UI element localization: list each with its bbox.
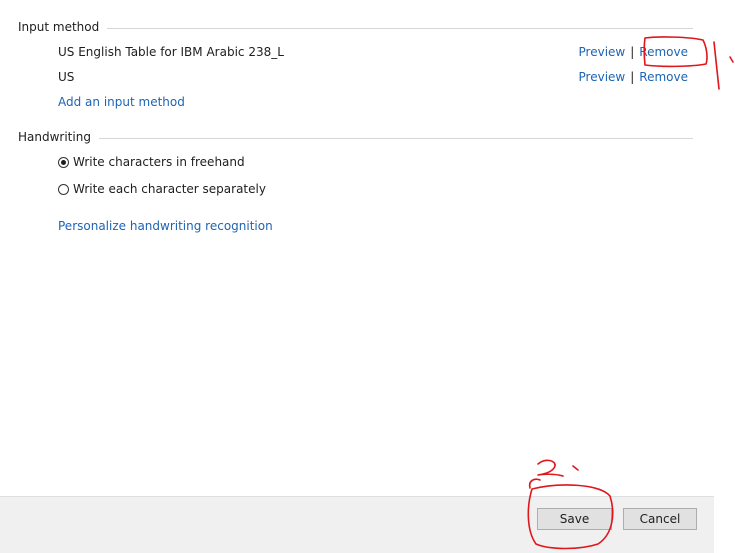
input-method-title: Input method — [18, 20, 100, 34]
radio-label: Write each character separately — [73, 182, 266, 196]
handwriting-title: Handwriting — [18, 130, 91, 144]
input-method-item-name: US — [58, 70, 75, 84]
step-one-mark — [729, 56, 734, 63]
step-two-mark — [572, 465, 579, 471]
remove-link[interactable]: Remove — [639, 70, 688, 84]
radio-unchecked-icon[interactable] — [58, 183, 69, 195]
cancel-button[interactable]: Cancel — [623, 508, 697, 530]
save-highlight-mark — [528, 478, 541, 489]
personalize-handwriting-link[interactable]: Personalize handwriting recognition — [58, 218, 273, 234]
input-method-item-actions: Preview | Remove — [579, 69, 688, 85]
step-one-mark — [713, 41, 720, 90]
section-divider — [107, 27, 693, 29]
input-method-header: Input method — [18, 19, 693, 35]
handwriting-header: Handwriting — [18, 129, 693, 145]
preview-link[interactable]: Preview — [579, 70, 626, 84]
save-button[interactable]: Save — [537, 508, 612, 530]
radio-freehand[interactable]: Write characters in freehand — [58, 154, 245, 170]
step-two-mark — [537, 459, 564, 477]
radio-label: Write characters in freehand — [73, 155, 245, 169]
section-divider — [98, 137, 693, 139]
radio-checked-icon[interactable] — [58, 156, 69, 168]
preview-link[interactable]: Preview — [579, 45, 626, 59]
link-separator: | — [630, 45, 635, 59]
input-method-item-name: US English Table for IBM Arabic 238_L — [58, 45, 284, 59]
footer-bar: Save Cancel — [0, 496, 714, 553]
radio-separate[interactable]: Write each character separately — [58, 181, 266, 197]
link-separator: | — [630, 70, 635, 84]
input-method-item-actions: Preview | Remove — [579, 44, 688, 60]
remove-link[interactable]: Remove — [639, 45, 688, 59]
add-input-method-link[interactable]: Add an input method — [58, 94, 185, 110]
